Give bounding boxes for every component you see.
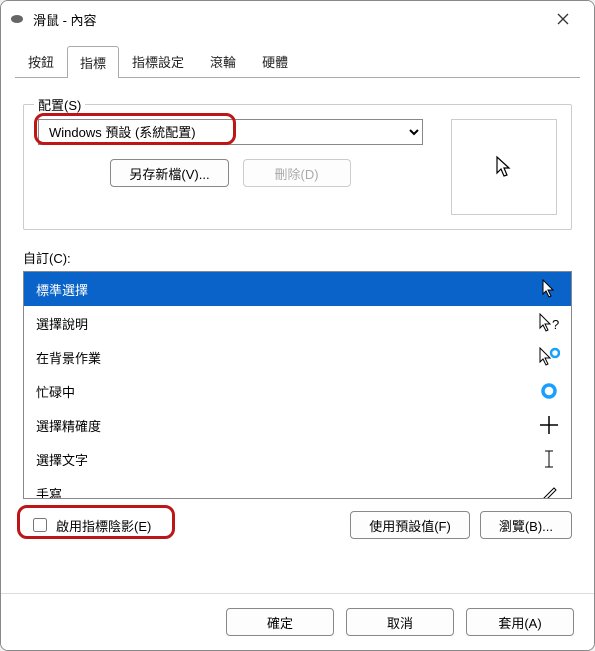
cursor-busy-icon — [537, 382, 561, 400]
tab-buttons[interactable]: 按鈕 — [15, 45, 67, 77]
mouse-properties-window: 滑鼠 - 內容 按鈕 指標 指標設定 滾輪 硬體 配置(S) Windows 預… — [0, 0, 595, 651]
list-item[interactable]: 標準選擇 — [24, 272, 571, 306]
pointer-shadow-label: 啟用指標陰影(E) — [56, 516, 151, 535]
pointer-preview-pane — [451, 119, 557, 215]
cursor-arrow-icon — [494, 155, 514, 179]
cursor-pen-icon — [537, 483, 561, 498]
close-button[interactable] — [540, 1, 586, 37]
pointer-shadow-checkbox-wrap[interactable]: 啟用指標陰影(E) — [23, 511, 157, 539]
list-item[interactable]: 在背景作業 — [24, 340, 571, 374]
list-item[interactable]: 選擇精確度 — [24, 408, 571, 442]
tab-pointers[interactable]: 指標 — [67, 46, 119, 78]
window-title: 滑鼠 - 內容 — [33, 10, 540, 29]
list-item-label: 標準選擇 — [36, 280, 537, 299]
scheme-group: 配置(S) Windows 預設 (系統配置) 另存新檔(V)... 刪除(D) — [23, 104, 572, 230]
list-item[interactable]: 手寫 — [24, 476, 571, 498]
mouse-icon — [9, 11, 25, 27]
scheme-combobox[interactable]: Windows 預設 (系統配置) — [38, 119, 423, 145]
list-item-label: 選擇文字 — [36, 450, 537, 469]
cancel-button[interactable]: 取消 — [346, 608, 454, 636]
tab-hardware[interactable]: 硬體 — [249, 45, 301, 77]
list-item-label: 在背景作業 — [36, 348, 537, 367]
list-item-label: 選擇精確度 — [36, 416, 537, 435]
cursor-working-icon — [537, 347, 561, 367]
delete-button: 刪除(D) — [243, 159, 351, 187]
list-item-label: 忙碌中 — [36, 382, 537, 401]
customize-label: 自訂(C): — [23, 248, 572, 267]
list-item-label: 手寫 — [36, 484, 537, 499]
dialog-footer: 確定 取消 套用(A) — [1, 593, 594, 650]
list-item[interactable]: 選擇文字 — [24, 442, 571, 476]
cursor-text-icon — [537, 449, 561, 469]
titlebar: 滑鼠 - 內容 — [1, 1, 594, 37]
pointer-shadow-checkbox[interactable] — [33, 518, 47, 532]
svg-text:?: ? — [552, 317, 559, 332]
tab-strip: 按鈕 指標 指標設定 滾輪 硬體 — [1, 37, 594, 77]
use-default-button[interactable]: 使用預設值(F) — [350, 511, 470, 539]
cursor-help-icon: ? — [537, 313, 561, 333]
bottom-controls: 啟用指標陰影(E) 使用預設值(F) 瀏覽(B)... — [23, 511, 572, 539]
save-as-button[interactable]: 另存新檔(V)... — [110, 159, 228, 187]
list-item-label: 選擇說明 — [36, 314, 537, 333]
browse-button[interactable]: 瀏覽(B)... — [480, 511, 572, 539]
pointer-listbox[interactable]: 標準選擇 選擇說明 ? 在背景作業 — [23, 271, 572, 499]
tab-wheel[interactable]: 滾輪 — [197, 45, 249, 77]
scheme-group-label: 配置(S) — [34, 95, 85, 114]
list-item[interactable]: 忙碌中 — [24, 374, 571, 408]
close-icon — [557, 13, 569, 25]
tab-pointer-options[interactable]: 指標設定 — [119, 45, 197, 77]
apply-button[interactable]: 套用(A) — [466, 608, 574, 636]
cursor-arrow-icon — [537, 279, 561, 299]
tab-content: 配置(S) Windows 預設 (系統配置) 另存新檔(V)... 刪除(D) — [1, 78, 594, 593]
ok-button[interactable]: 確定 — [226, 608, 334, 636]
cursor-precision-icon — [537, 415, 561, 435]
list-item[interactable]: 選擇說明 ? — [24, 306, 571, 340]
